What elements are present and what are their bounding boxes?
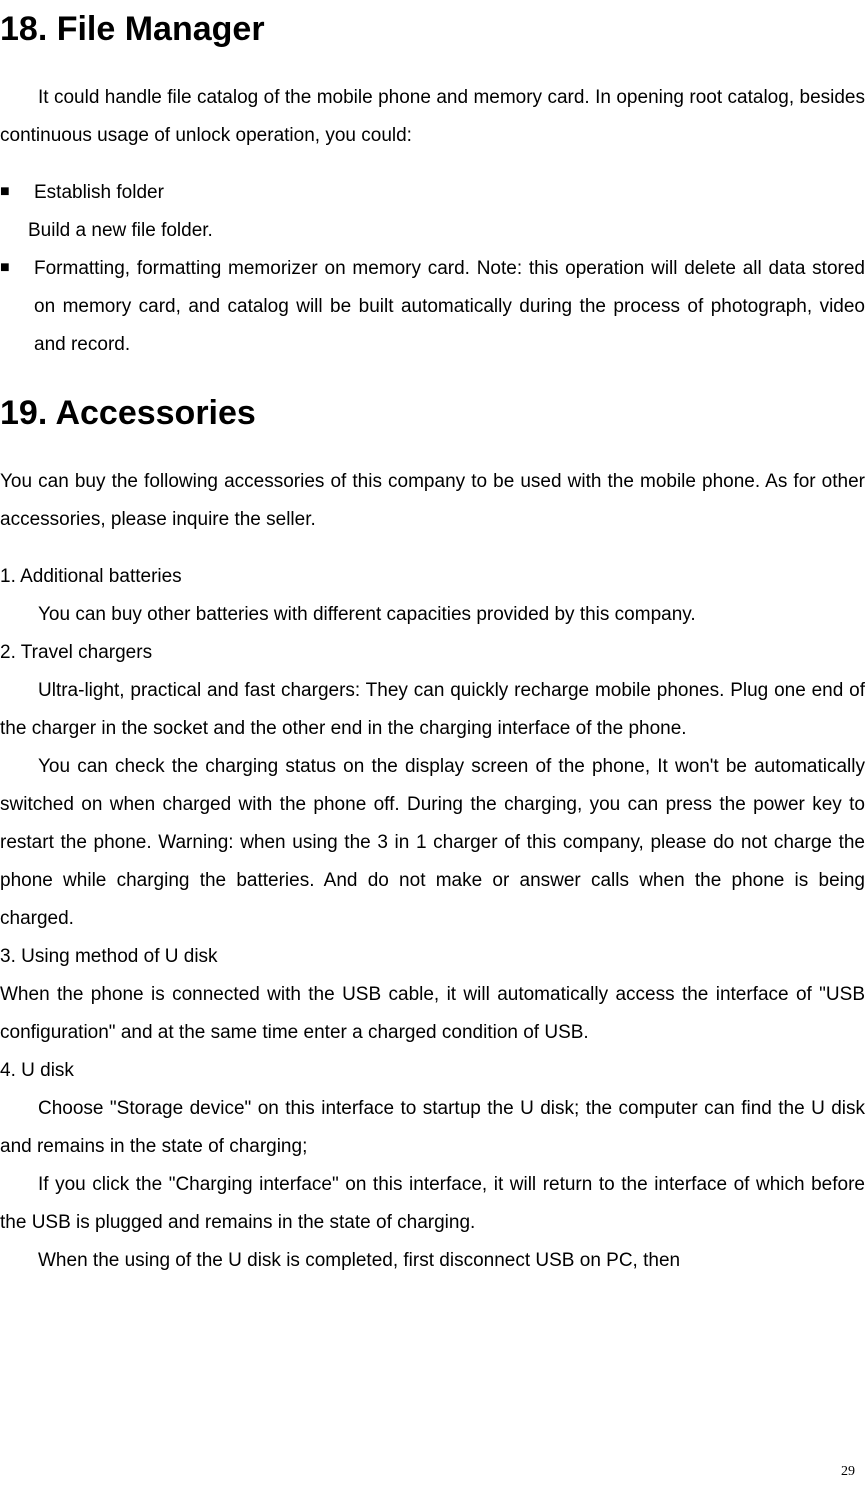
- numbered-item-3-plain: When the phone is connected with the USB…: [0, 976, 865, 1052]
- square-bullet-icon: ■: [0, 250, 34, 364]
- numbered-item-1-line: You can buy other batteries with differe…: [0, 596, 865, 634]
- numbered-item-2-line: Ultra-light, practical and fast chargers…: [0, 672, 865, 748]
- numbered-item-4: 4. U disk: [0, 1052, 865, 1090]
- numbered-item-4-line: Choose "Storage device" on this interfac…: [0, 1090, 865, 1166]
- square-bullet-icon: ■: [0, 174, 34, 212]
- numbered-item-2: 2. Travel chargers: [0, 634, 865, 672]
- bullet-item: ■ Formatting, formatting memorizer on me…: [0, 250, 865, 364]
- section-18-intro: It could handle file catalog of the mobi…: [0, 79, 865, 155]
- bullet-text: Formatting, formatting memorizer on memo…: [34, 250, 865, 364]
- numbered-item-1: 1. Additional batteries: [0, 558, 865, 596]
- numbered-item-4-line: When the using of the U disk is complete…: [0, 1242, 865, 1280]
- bullet-subtext: Build a new file folder.: [0, 212, 865, 250]
- numbered-item-4-line: If you click the "Charging interface" on…: [0, 1166, 865, 1242]
- page-number: 29: [841, 1464, 855, 1480]
- section-18-heading: 18. File Manager: [0, 10, 865, 49]
- bullet-item: ■ Establish folder: [0, 174, 865, 212]
- section-19-intro: You can buy the following accessories of…: [0, 463, 865, 539]
- bullet-text: Establish folder: [34, 174, 865, 212]
- numbered-item-3: 3. Using method of U disk: [0, 938, 865, 976]
- numbered-item-2-line: You can check the charging status on the…: [0, 748, 865, 938]
- section-19-heading: 19. Accessories: [0, 394, 865, 433]
